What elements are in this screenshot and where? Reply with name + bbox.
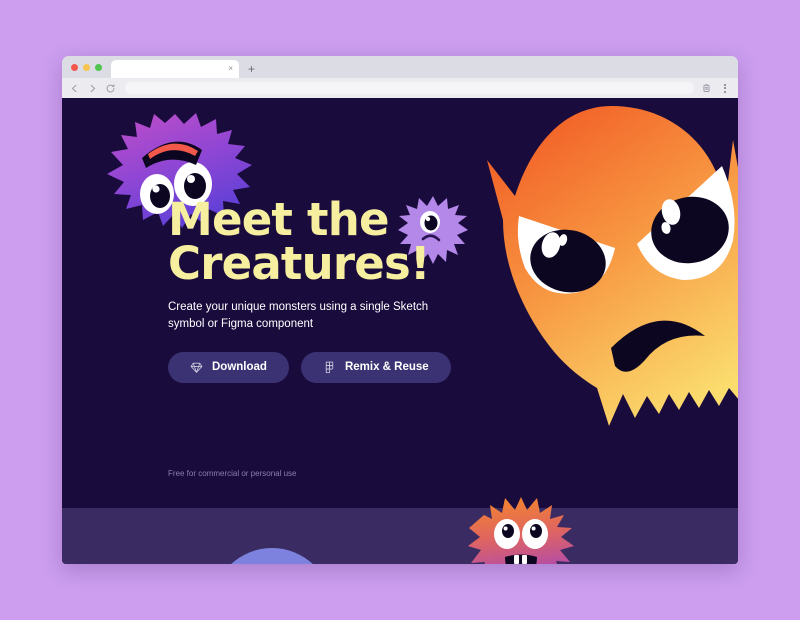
- orange-angry-monster: [467, 98, 738, 458]
- window-maximize-button[interactable]: [95, 63, 102, 71]
- hero-footnote: Free for commercial or personal use: [168, 469, 297, 478]
- remix-reuse-button[interactable]: Remix & Reuse: [300, 351, 451, 383]
- blue-dome-shape: [212, 548, 332, 564]
- remix-reuse-button-label: Remix & Reuse: [344, 361, 429, 374]
- spiky-toothy-monster: [467, 496, 575, 564]
- hero-button-row: Download Remix & Reuse: [168, 351, 498, 383]
- sketch-diamond-icon: [190, 361, 203, 374]
- window-traffic-lights: [71, 56, 111, 78]
- window-close-button[interactable]: [71, 63, 78, 71]
- reader-mode-icon[interactable]: [701, 82, 712, 94]
- headline-line-2: Creatures!: [168, 237, 430, 291]
- arrow-left-icon[interactable]: [69, 83, 80, 94]
- window-minimize-button[interactable]: [83, 63, 90, 71]
- browser-toolbar: [62, 78, 738, 98]
- headline-line-1: Meet the: [168, 193, 389, 246]
- download-button-label: Download: [212, 361, 267, 374]
- close-icon[interactable]: ×: [228, 65, 233, 73]
- arrow-right-icon[interactable]: [87, 83, 98, 94]
- figma-icon: [323, 361, 336, 374]
- address-bar-input[interactable]: [125, 82, 694, 94]
- hero-copy: Meet the Creatures! Create your unique m…: [168, 193, 498, 383]
- page-title: Meet the Creatures!: [168, 193, 498, 291]
- page-viewport: Meet the Creatures! Create your unique m…: [62, 98, 738, 564]
- hero-subhead: Create your unique monsters using a sing…: [168, 301, 429, 330]
- browser-tab-strip: × +: [62, 56, 738, 78]
- reload-icon[interactable]: [105, 83, 116, 94]
- browser-tab[interactable]: ×: [111, 60, 239, 78]
- next-section-band: [62, 508, 738, 564]
- kebab-menu-icon[interactable]: [719, 82, 730, 94]
- new-tab-button[interactable]: +: [239, 63, 263, 78]
- download-button[interactable]: Download: [168, 351, 289, 383]
- hero-section: Meet the Creatures! Create your unique m…: [62, 98, 738, 508]
- browser-window: × + Meet the Creatures! Create your uniq…: [62, 56, 738, 564]
